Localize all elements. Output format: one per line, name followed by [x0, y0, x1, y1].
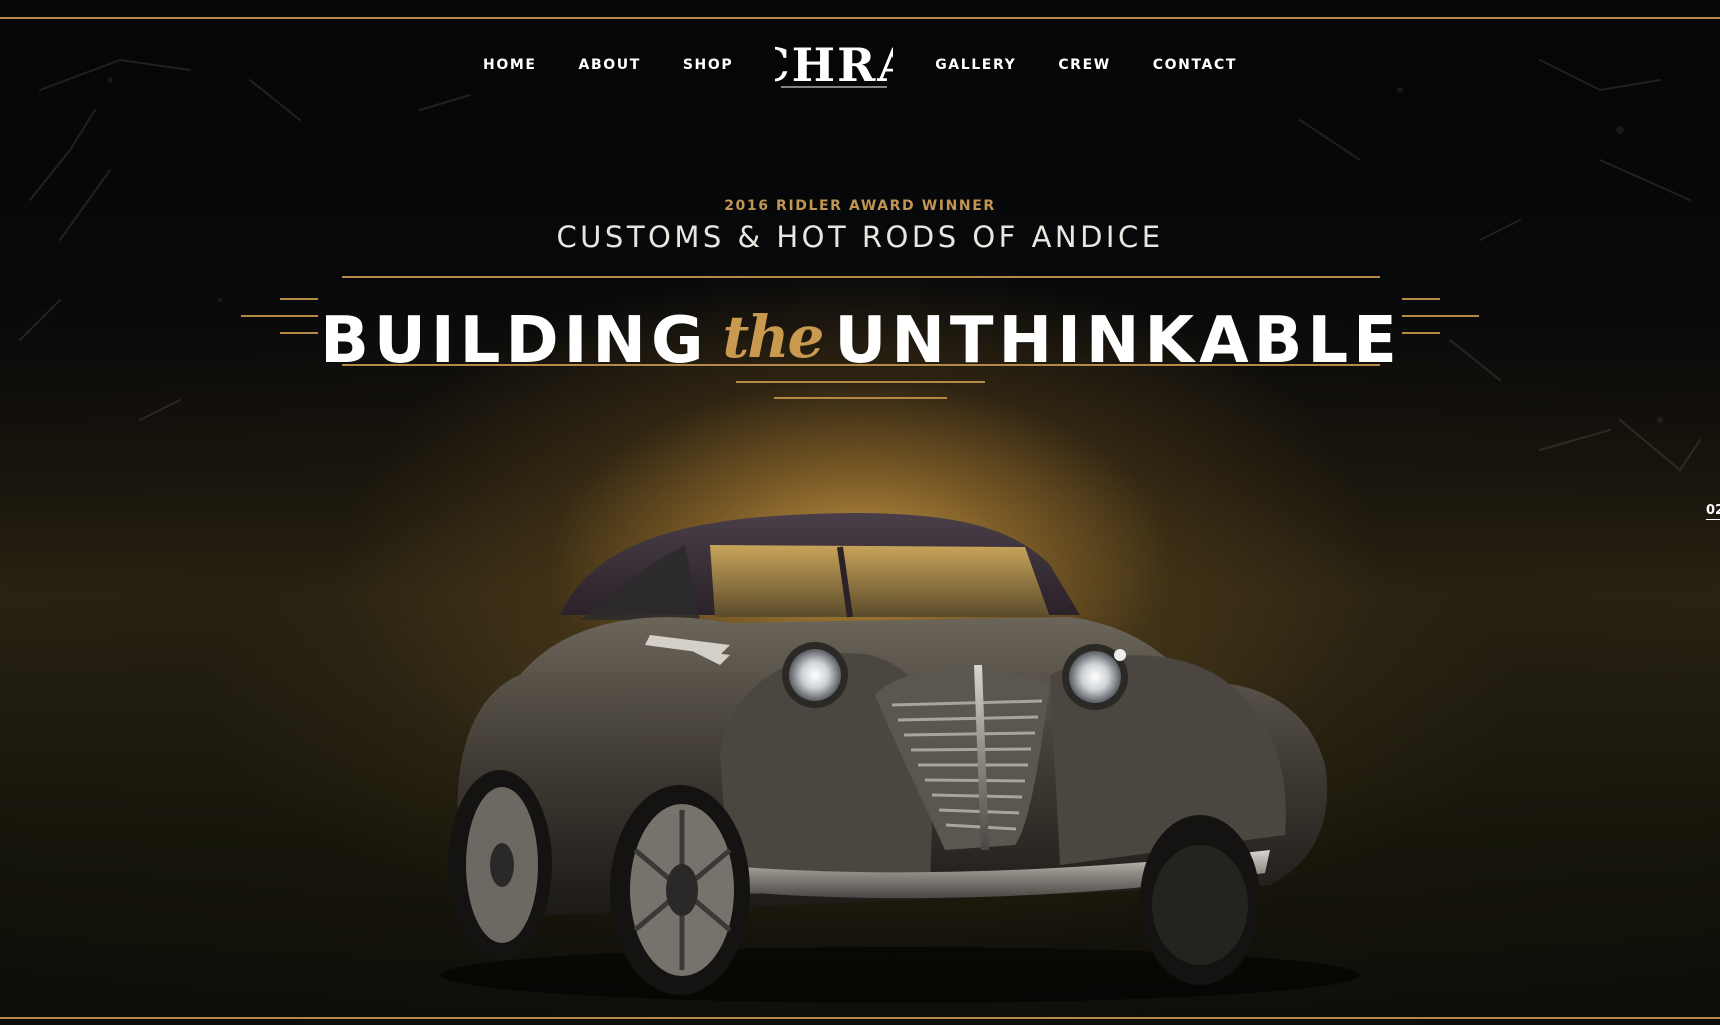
- headline-the: the: [722, 303, 824, 372]
- nav-home[interactable]: HOME: [483, 57, 537, 73]
- nav-gallery[interactable]: GALLERY: [935, 57, 1016, 73]
- headline-building: BUILDING: [320, 304, 709, 379]
- headline-rule-top: [342, 276, 1380, 278]
- right-ornament-3: [1402, 332, 1440, 334]
- headline-unthinkable: UNTHINKABLE: [834, 304, 1402, 379]
- nav-about[interactable]: ABOUT: [579, 57, 641, 73]
- nav-contact[interactable]: CONTACT: [1153, 57, 1237, 73]
- underline-rule-1: [736, 381, 985, 383]
- underline-rule-2: [774, 397, 947, 399]
- chra-logo-mark: CHRA: [775, 37, 893, 93]
- logo-text: CHRA: [775, 38, 893, 92]
- frame-bottom-line: [0, 1017, 1720, 1019]
- nav-shop[interactable]: SHOP: [683, 57, 733, 73]
- main-nav: HOME ABOUT SHOP CHRA GALLERY CREW CONTAC…: [0, 37, 1720, 93]
- hero-headline: BUILDING the UNTHINKABLE: [320, 303, 1397, 379]
- chra-logo[interactable]: CHRA: [775, 37, 893, 93]
- right-ornament-2: [1402, 315, 1479, 317]
- nav-crew[interactable]: CREW: [1058, 57, 1110, 73]
- left-ornament-2: [241, 315, 318, 317]
- award-label: 2016 RIDLER AWARD WINNER: [724, 198, 996, 214]
- hero-page: HOME ABOUT SHOP CHRA GALLERY CREW CONTAC…: [0, 0, 1720, 1025]
- left-ornament-1: [280, 298, 318, 300]
- slide-indicator[interactable]: 02: [1706, 503, 1720, 520]
- frame-top-line: [0, 17, 1720, 19]
- hot-rod-car-image: [440, 513, 1360, 1003]
- right-ornament-1: [1402, 298, 1440, 300]
- left-ornament-3: [280, 332, 318, 334]
- hero-subtitle: CUSTOMS & HOT RODS OF ANDICE: [556, 220, 1164, 254]
